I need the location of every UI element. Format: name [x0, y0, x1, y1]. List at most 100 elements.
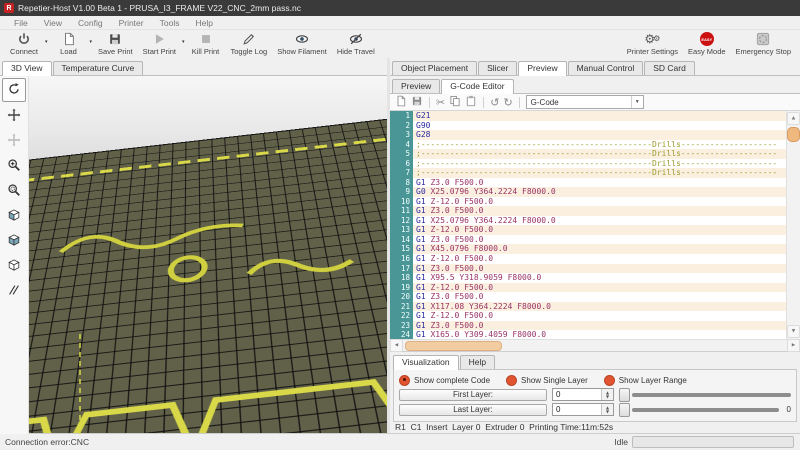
first-layer-value[interactable]: 0 [553, 389, 601, 400]
gcode-line[interactable]: 24G1 X165.0 Y309.4059 F8000.0 [390, 330, 786, 339]
undo-button[interactable]: ↺ [490, 95, 499, 109]
slider-handle[interactable] [619, 388, 630, 402]
tab-help[interactable]: Help [460, 355, 495, 369]
save-print-button[interactable]: Save Print [93, 31, 138, 59]
first-layer-button[interactable]: First Layer: [399, 389, 547, 401]
move-viewpoint-tool[interactable] [3, 130, 25, 152]
first-layer-spinner[interactable]: 0 ▲▼ [552, 388, 614, 401]
tab-3d-view[interactable]: 3D View [2, 61, 52, 76]
gcode-lines[interactable]: 1G212G903G284;--------------------------… [390, 111, 786, 339]
radio-button-icon[interactable] [399, 375, 410, 386]
spinner-arrows-icon[interactable]: ▲▼ [601, 389, 613, 400]
spinner-arrows-icon[interactable]: ▲▼ [601, 404, 613, 415]
gcode-line[interactable]: 5;--------------------------------------… [390, 149, 786, 159]
menu-item-printer[interactable]: Printer [111, 18, 152, 28]
gcode-line[interactable]: 7;--------------------------------------… [390, 168, 786, 178]
gcode-line[interactable]: 18G1 X95.5 Y318.9059 F8000.0 [390, 273, 786, 283]
gcode-line[interactable]: 10G1 Z-12.0 F500.0 [390, 197, 786, 207]
gcode-line[interactable]: 22G1 Z-12.0 F500.0 [390, 311, 786, 321]
gcode-line[interactable]: 20G1 Z3.0 F500.0 [390, 292, 786, 302]
gcode-line[interactable]: 6;--------------------------------------… [390, 159, 786, 169]
slider-handle[interactable] [619, 403, 630, 417]
gcode-line[interactable]: 16G1 Z-12.0 F500.0 [390, 254, 786, 264]
save-button[interactable] [411, 95, 423, 109]
tab-manual-control[interactable]: Manual Control [568, 61, 644, 75]
cube-front-tool[interactable] [3, 230, 25, 252]
new-doc-button[interactable] [395, 95, 407, 109]
gcode-line[interactable]: 2G90 [390, 121, 786, 131]
radio-show-single-layer[interactable]: Show Single Layer [506, 375, 588, 386]
line-number: 8 [390, 178, 413, 188]
load-button[interactable]: Load [49, 31, 89, 59]
gcode-line[interactable]: 23G1 Z3.0 F500.0 [390, 321, 786, 331]
gcode-type-dropdown[interactable]: G-Code▼ [526, 95, 644, 109]
gcode-line[interactable]: 8G1 Z3.0 F500.0 [390, 178, 786, 188]
gcode-line[interactable]: 9G0 X25.0796 Y364.2224 F8000.0 [390, 187, 786, 197]
gcode-line[interactable]: 17G1 Z3.0 F500.0 [390, 264, 786, 274]
gcode-line[interactable]: 15G1 X45.0796 F8000.0 [390, 244, 786, 254]
scroll-up-icon[interactable]: ▲ [787, 112, 800, 125]
radio-button-icon[interactable] [506, 375, 517, 386]
gcode-line[interactable]: 3G28 [390, 130, 786, 140]
tab-visualization[interactable]: Visualization [393, 355, 459, 370]
gcode-line[interactable]: 14G1 Z3.0 F500.0 [390, 235, 786, 245]
scrollbar-thumb[interactable] [787, 127, 800, 142]
tab-g-code-editor[interactable]: G-Code Editor [441, 79, 513, 94]
gcode-line[interactable]: 13G1 Z-12.0 F500.0 [390, 225, 786, 235]
tab-sd-card[interactable]: SD Card [644, 61, 695, 75]
tab-preview[interactable]: Preview [392, 79, 440, 93]
last-layer-button[interactable]: Last Layer: [399, 404, 547, 416]
last-layer-spinner[interactable]: 0 ▲▼ [552, 403, 614, 416]
progress-bar [632, 436, 794, 448]
hide-travel-button[interactable]: Hide Travel [332, 31, 380, 59]
gcode-line[interactable]: 21G1 X117.08 Y364.2224 F8000.0 [390, 302, 786, 312]
gcode-line[interactable]: 19G1 Z-12.0 F500.0 [390, 283, 786, 293]
hscrollbar-thumb[interactable] [405, 341, 502, 351]
gcode-line[interactable]: 11G1 Z3.0 F500.0 [390, 206, 786, 216]
radio-show-complete-code[interactable]: Show complete Code [399, 375, 490, 386]
tab-temperature-curve[interactable]: Temperature Curve [53, 61, 144, 75]
3d-scene[interactable] [28, 76, 387, 434]
scroll-right-icon[interactable]: ▶ [787, 339, 800, 352]
move-tool[interactable] [3, 105, 25, 127]
gcode-editor[interactable]: 1G212G903G284;--------------------------… [390, 111, 800, 352]
estop-icon [756, 32, 770, 46]
gcode-line[interactable]: 1G21 [390, 111, 786, 121]
start-print-button[interactable]: Start Print [138, 31, 181, 59]
tab-preview[interactable]: Preview [518, 61, 566, 76]
last-layer-value[interactable]: 0 [553, 404, 601, 415]
connect-button[interactable]: Connect [4, 31, 44, 59]
vertical-scrollbar[interactable]: ▲ ▼ [786, 111, 800, 339]
tab-slicer[interactable]: Slicer [478, 61, 517, 75]
zoom-fit-tool[interactable] [3, 180, 25, 202]
parallel-projection-tool[interactable] [3, 280, 25, 302]
kill-print-button[interactable]: Kill Print [186, 31, 226, 59]
printer-settings-button[interactable]: ⚙⚙Printer Settings [622, 31, 683, 59]
rotate-tool[interactable] [2, 78, 26, 102]
zoom-in-tool[interactable] [3, 155, 25, 177]
cube-iso-tool[interactable] [3, 205, 25, 227]
scroll-down-icon[interactable]: ▼ [787, 325, 800, 338]
paste-button[interactable] [465, 95, 477, 109]
show-filament-button[interactable]: Show Filament [272, 31, 332, 59]
cube-top-tool[interactable] [3, 255, 25, 277]
tab-object-placement[interactable]: Object Placement [392, 61, 477, 75]
scroll-left-icon[interactable]: ◀ [390, 339, 403, 352]
menu-item-file[interactable]: File [6, 18, 36, 28]
emergency-stop-button[interactable]: Emergency Stop [731, 31, 796, 59]
copy-button[interactable] [449, 95, 461, 109]
gcode-line[interactable]: 4;--------------------------------------… [390, 140, 786, 150]
last-layer-slider[interactable]: 0 [619, 403, 791, 417]
easy-mode-button[interactable]: EASYEasy Mode [683, 31, 731, 59]
menu-item-view[interactable]: View [36, 18, 70, 28]
3d-viewport[interactable] [0, 76, 387, 434]
cut-button[interactable]: ✂ [436, 95, 445, 109]
horizontal-scrollbar[interactable]: ◀ ▶ [390, 339, 800, 351]
redo-button[interactable]: ↻ [503, 95, 512, 109]
radio-show-layer-range[interactable]: Show Layer Range [604, 375, 687, 386]
toggle-log-button[interactable]: Toggle Log [226, 31, 273, 59]
first-layer-slider[interactable] [619, 388, 791, 402]
radio-button-icon[interactable] [604, 375, 615, 386]
menu-item-help[interactable]: Help [187, 18, 220, 28]
gcode-line[interactable]: 12G1 X25.0796 Y364.2224 F8000.0 [390, 216, 786, 226]
